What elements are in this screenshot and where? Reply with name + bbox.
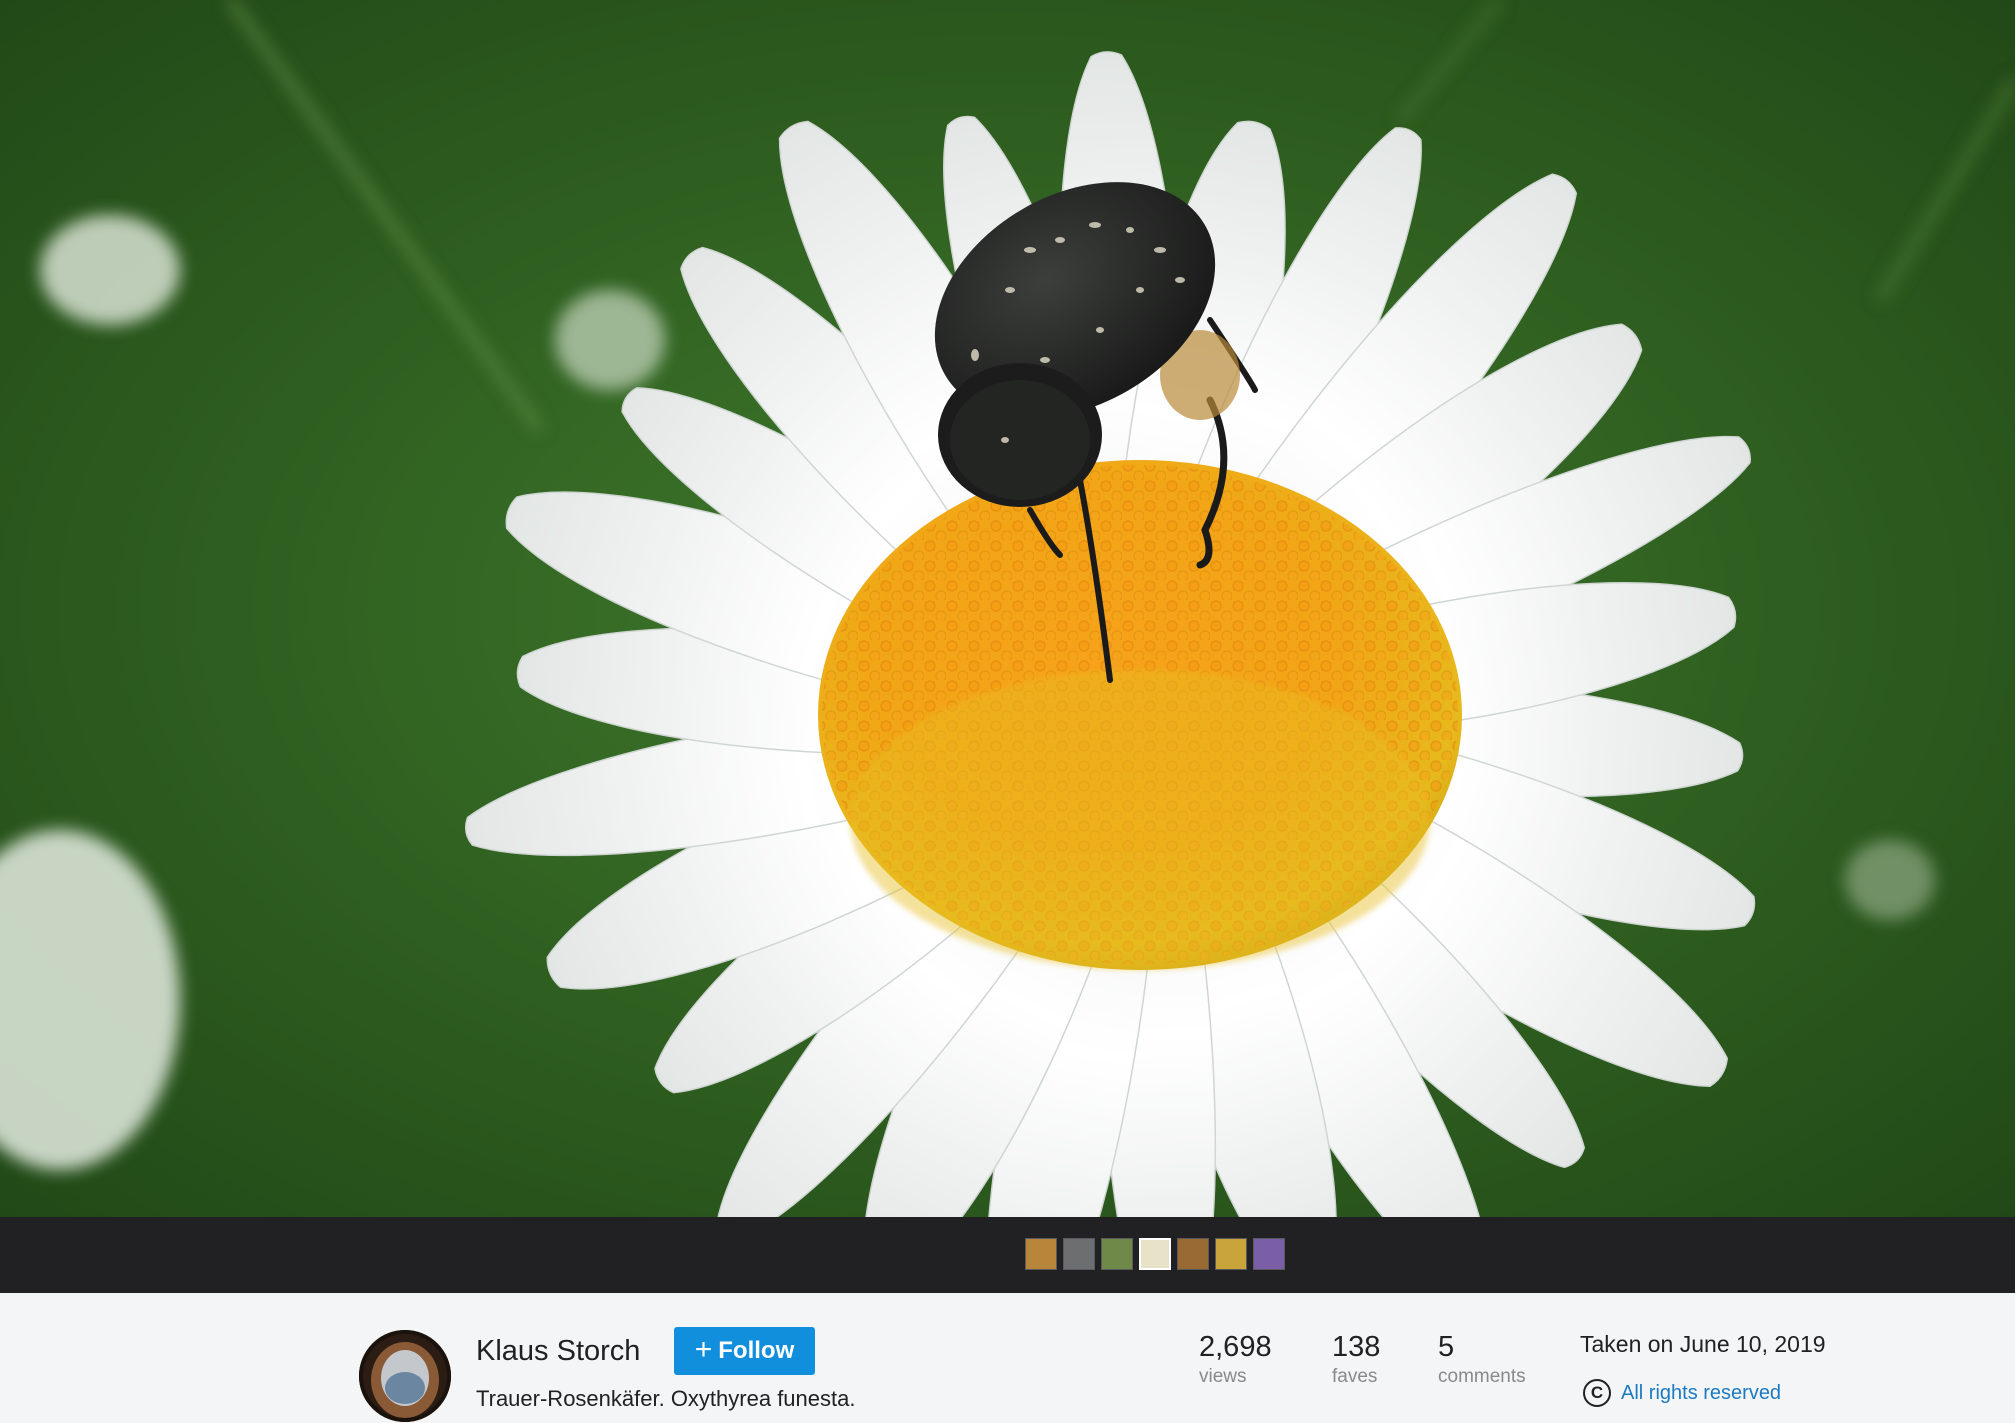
avatar-image	[359, 1330, 451, 1422]
comments-stat[interactable]: 5 comments	[1438, 1331, 1526, 1388]
avatar[interactable]	[359, 1330, 451, 1422]
filmstrip	[0, 1217, 2015, 1293]
photo-viewer[interactable]	[0, 0, 2015, 1217]
filmstrip-thumbnail[interactable]	[1215, 1238, 1247, 1270]
filmstrip-thumbnail[interactable]	[1139, 1238, 1171, 1270]
views-label: views	[1199, 1366, 1247, 1387]
photo-info-bar: Klaus Storch + Follow Trauer-Rosenkäfer.…	[0, 1293, 2015, 1423]
main-photo[interactable]	[0, 0, 2015, 1217]
filmstrip-thumbnail[interactable]	[1101, 1238, 1133, 1270]
taken-date[interactable]: Taken on June 10, 2019	[1580, 1331, 1826, 1358]
daisy-center	[818, 460, 1462, 970]
filmstrip-thumbnail[interactable]	[1253, 1238, 1285, 1270]
faves-count: 138	[1332, 1331, 1381, 1363]
follow-label: Follow	[718, 1337, 795, 1364]
views-stat: 2,698 views	[1199, 1331, 1272, 1388]
photo-description: Trauer-Rosenkäfer. Oxythyrea funesta.	[476, 1386, 856, 1411]
filmstrip-thumbnail[interactable]	[1063, 1238, 1095, 1270]
license-link[interactable]: All rights reserved	[1621, 1382, 1781, 1405]
thumbnail-strip	[1025, 1238, 1285, 1270]
license-info[interactable]: C All rights reserved	[1583, 1379, 1781, 1407]
author-name[interactable]: Klaus Storch	[476, 1335, 640, 1368]
comments-label: comments	[1438, 1366, 1526, 1387]
comments-count: 5	[1438, 1331, 1455, 1363]
faves-stat[interactable]: 138 faves	[1332, 1331, 1380, 1388]
views-count: 2,698	[1199, 1331, 1272, 1363]
follow-button[interactable]: + Follow	[674, 1327, 815, 1375]
faves-label: faves	[1332, 1366, 1378, 1387]
plus-icon: +	[694, 1332, 713, 1366]
filmstrip-thumbnail[interactable]	[1177, 1238, 1209, 1270]
filmstrip-thumbnail[interactable]	[1025, 1238, 1057, 1270]
copyright-icon: C	[1583, 1379, 1611, 1407]
